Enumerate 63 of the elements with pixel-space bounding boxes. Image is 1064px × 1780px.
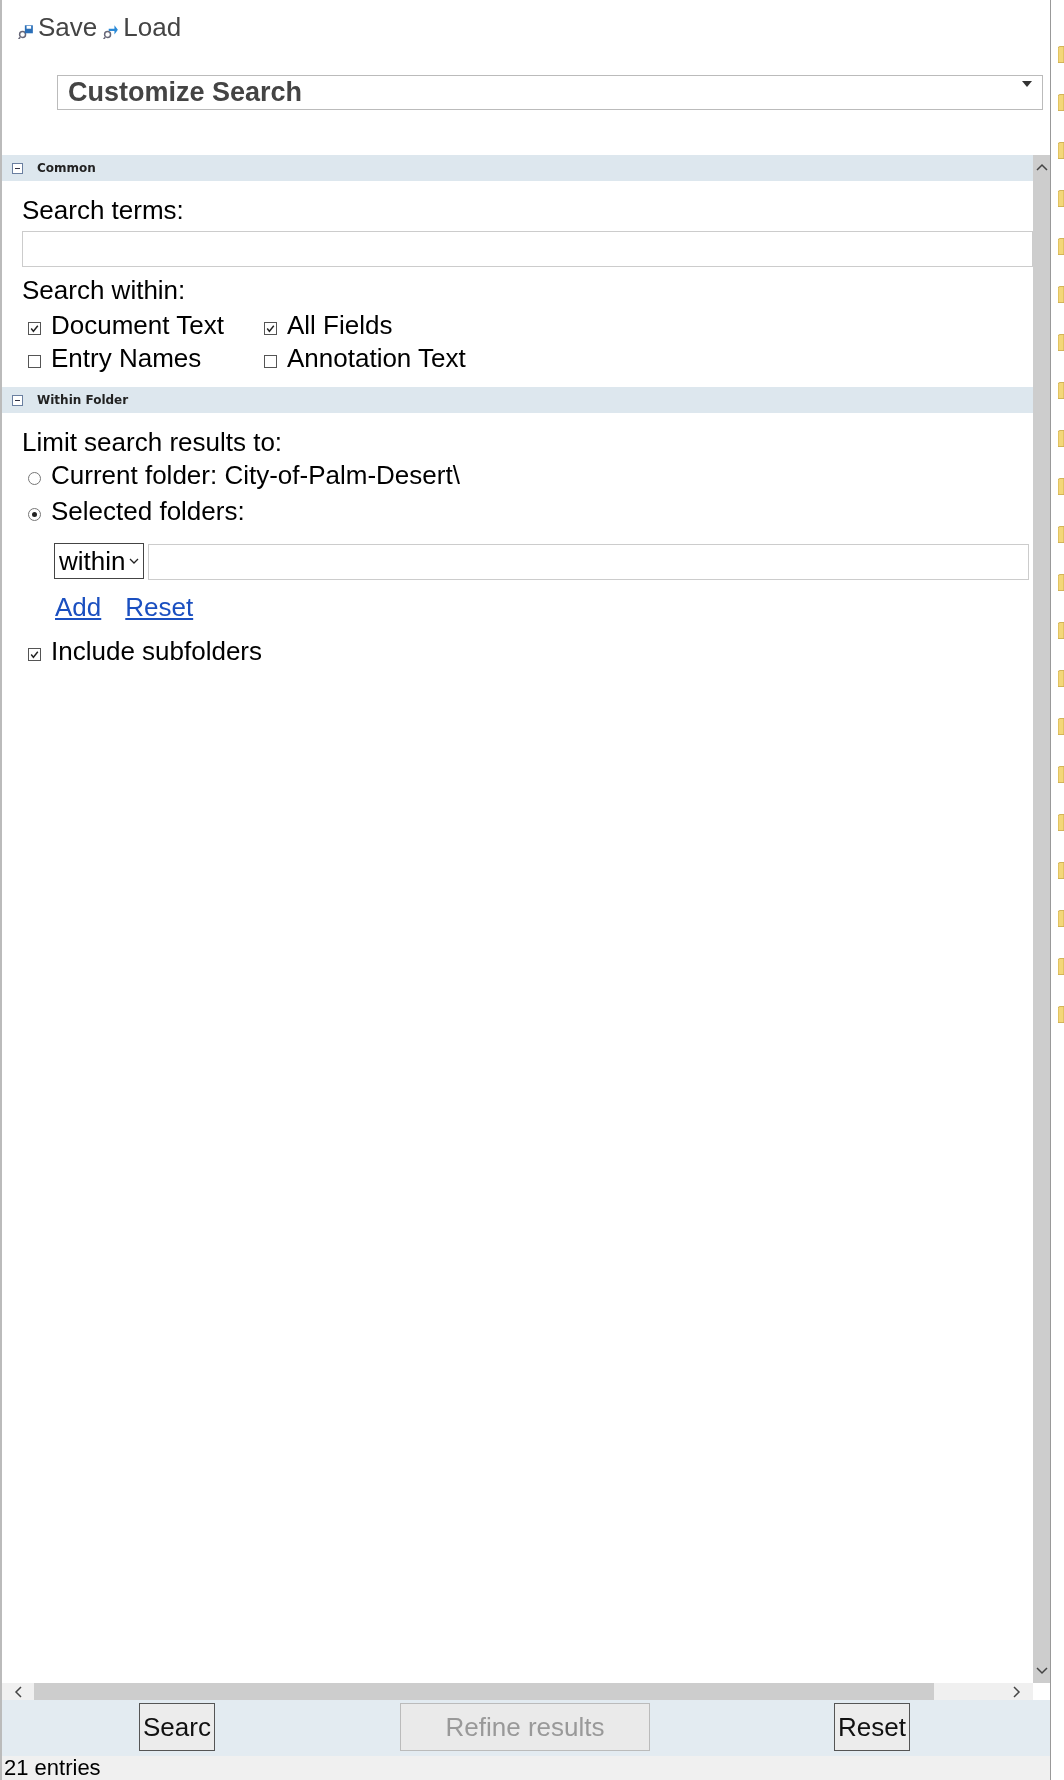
scroll-up-icon[interactable] (1035, 163, 1048, 171)
radio-label: Current folder: City-of-Palm-Desert\ (51, 459, 460, 491)
scroll-left-icon[interactable] (14, 1685, 22, 1698)
folder-icon (1058, 46, 1064, 63)
section-header[interactable]: Within Folder (2, 387, 1033, 413)
checkbox-label: Document Text (51, 310, 224, 341)
link[interactable]: Add (55, 592, 102, 623)
search-type-dropdown[interactable]: Customize Search (57, 75, 1043, 110)
folder-icon (1058, 142, 1064, 159)
save-icon (18, 23, 34, 39)
folder-icon (1058, 478, 1064, 495)
checkbox[interactable] (264, 355, 277, 368)
folder-icon (1058, 766, 1064, 783)
link[interactable]: Reset (125, 592, 194, 623)
checkbox[interactable] (28, 647, 41, 661)
folder-icon (1058, 190, 1064, 207)
checkbox[interactable] (264, 322, 277, 335)
folder-icon (1058, 430, 1064, 447)
search-terms-field[interactable] (22, 231, 1033, 267)
folder-icon (1058, 622, 1064, 639)
folder-icon (1058, 574, 1064, 591)
scope-select[interactable]: within (54, 543, 145, 579)
folder-icon (1058, 334, 1064, 351)
scroll-down-icon[interactable] (1035, 1667, 1048, 1675)
folder-icon (1058, 910, 1064, 927)
folder-icon (1058, 958, 1064, 975)
folder-icon (1058, 94, 1064, 111)
collapse-toggle-icon[interactable] (12, 162, 23, 174)
checkbox-label: All Fields (287, 310, 393, 341)
status-text: 21 entries (2, 1756, 1050, 1780)
search-terms-label: Search terms: (22, 195, 185, 225)
folder-icon (1058, 670, 1064, 687)
collapse-toggle-icon[interactable] (12, 394, 23, 406)
checkbox-label: Include subfolders (51, 635, 263, 667)
folder-icon (1058, 382, 1064, 399)
checkbox[interactable] (28, 322, 41, 335)
folder-icon (1058, 862, 1064, 879)
action-button[interactable]: Searc (139, 1703, 215, 1751)
folder-icon (1058, 286, 1064, 303)
checkbox-label: Annotation Text (287, 343, 466, 374)
section-title: Common (37, 161, 96, 175)
chevron-down-icon (129, 558, 140, 564)
dropdown-arrow-icon (1022, 81, 1032, 87)
limit-label: Limit search results to: (22, 427, 284, 457)
folder-icon (1058, 718, 1064, 735)
toolbar-link[interactable]: Load (103, 10, 182, 44)
folder-icon (1058, 1006, 1064, 1023)
section-title: Within Folder (37, 393, 129, 407)
folder-icon (1058, 526, 1064, 543)
folder-field[interactable] (148, 544, 1029, 580)
vertical-scrollbar[interactable] (1033, 155, 1050, 1683)
section-header[interactable]: Common (2, 155, 1033, 181)
radio-label: Selected folders: (51, 495, 245, 527)
toolbar-link[interactable]: Save (18, 10, 98, 44)
checkbox-label: Entry Names (51, 343, 202, 374)
folder-icon (1058, 814, 1064, 831)
scroll-right-icon[interactable] (1013, 1685, 1021, 1698)
checkbox[interactable] (28, 355, 41, 368)
search-within-label: Search within: (22, 275, 187, 305)
horizontal-scrollbar[interactable] (2, 1683, 1033, 1700)
load-icon (103, 23, 120, 39)
action-button[interactable]: Reset (834, 1703, 910, 1751)
folder-icon (1058, 238, 1064, 255)
